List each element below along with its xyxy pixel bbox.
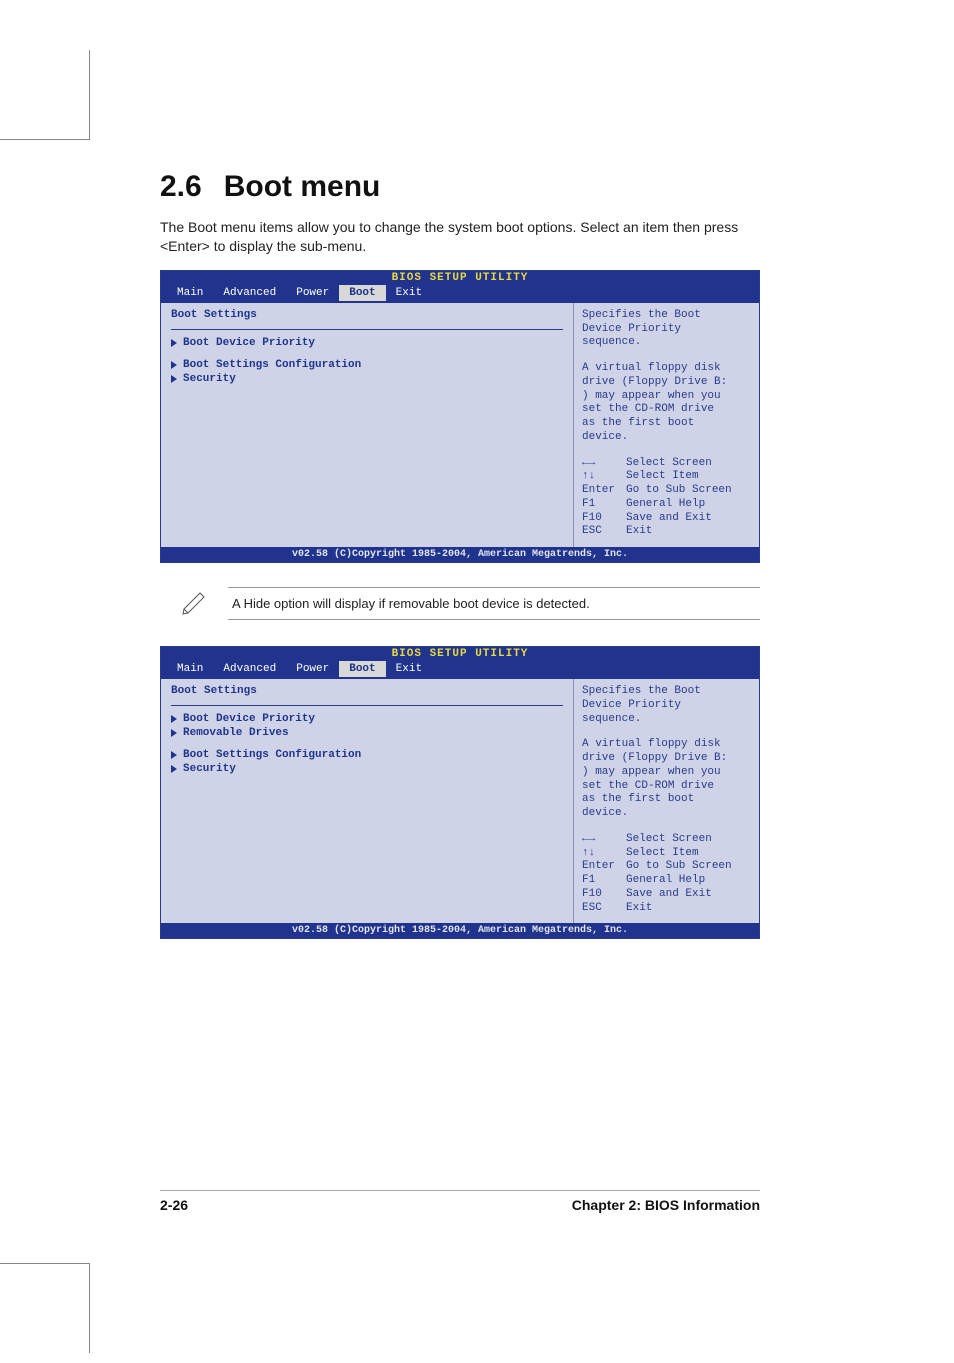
page-content: 2.6 Boot menu The Boot menu items allow y… xyxy=(160,170,760,963)
key-enter: EnterGo to Sub Screen xyxy=(582,484,751,498)
menu-item-label: Boot Settings Configuration xyxy=(183,749,361,761)
tab-advanced[interactable]: Advanced xyxy=(213,661,286,677)
bios-screenshot-2: BIOS SETUP UTILITY Main Advanced Power B… xyxy=(160,646,760,939)
menu-item-security[interactable]: Security xyxy=(171,372,563,386)
bios-tabs: Main Advanced Power Boot Exit xyxy=(161,285,759,303)
tab-boot[interactable]: Boot xyxy=(339,285,385,301)
bios-copyright: v02.58 (C)Copyright 1985-2004, American … xyxy=(161,923,759,938)
bios-divider xyxy=(171,705,563,706)
menu-item-removable-drives[interactable]: Removable Drives xyxy=(171,726,563,740)
submenu-arrow-icon xyxy=(171,765,177,773)
section-title-text: Boot menu xyxy=(224,170,381,203)
submenu-arrow-icon xyxy=(171,361,177,369)
page-footer: 2-26 Chapter 2: BIOS Information xyxy=(160,1190,760,1213)
note-icon xyxy=(180,587,208,615)
bios-divider xyxy=(171,329,563,330)
help-text-2: A virtual floppy disk drive (Floppy Driv… xyxy=(582,362,751,445)
tab-power[interactable]: Power xyxy=(286,661,339,677)
menu-item-label: Security xyxy=(183,763,236,775)
key-f10: F10Save and Exit xyxy=(582,888,751,902)
bios-help-pane: Specifies the Boot Device Priority seque… xyxy=(574,303,759,547)
key-f10: F10Save and Exit xyxy=(582,512,751,526)
note-callout: A Hide option will display if removable … xyxy=(180,587,760,620)
help-text-1: Specifies the Boot Device Priority seque… xyxy=(582,309,751,350)
section-heading: 2.6 Boot menu xyxy=(160,170,760,204)
bios-title: BIOS SETUP UTILITY xyxy=(161,271,759,285)
menu-item-boot-device-priority[interactable]: Boot Device Priority xyxy=(171,336,563,350)
bios-section-heading: Boot Settings xyxy=(171,309,563,323)
bios-title: BIOS SETUP UTILITY xyxy=(161,647,759,661)
crop-mark-bottom-left xyxy=(0,1263,90,1353)
bios-left-pane: Boot Settings Boot Device Priority Boot … xyxy=(161,303,574,547)
tab-exit[interactable]: Exit xyxy=(386,285,432,301)
menu-item-label: Removable Drives xyxy=(183,727,289,739)
tab-power[interactable]: Power xyxy=(286,285,339,301)
key-f1: F1General Help xyxy=(582,874,751,888)
page-number: 2-26 xyxy=(160,1197,188,1213)
menu-item-boot-settings-configuration[interactable]: Boot Settings Configuration xyxy=(171,358,563,372)
tab-advanced[interactable]: Advanced xyxy=(213,285,286,301)
key-esc: ESCExit xyxy=(582,902,751,916)
key-legend: ←→Select Screen ↑↓Select Item EnterGo to… xyxy=(582,457,751,540)
menu-item-label: Boot Device Priority xyxy=(183,337,315,349)
help-text-1: Specifies the Boot Device Priority seque… xyxy=(582,685,751,726)
bios-body: Boot Settings Boot Device Priority Boot … xyxy=(161,303,759,547)
bios-help-pane: Specifies the Boot Device Priority seque… xyxy=(574,679,759,923)
key-esc: ESCExit xyxy=(582,525,751,539)
menu-item-security[interactable]: Security xyxy=(171,762,563,776)
help-text-2: A virtual floppy disk drive (Floppy Driv… xyxy=(582,738,751,821)
submenu-arrow-icon xyxy=(171,729,177,737)
tab-exit[interactable]: Exit xyxy=(386,661,432,677)
key-select-item: ↑↓Select Item xyxy=(582,470,751,484)
key-select-screen: ←→Select Screen xyxy=(582,457,751,471)
note-text: A Hide option will display if removable … xyxy=(228,587,760,620)
bios-section-heading: Boot Settings xyxy=(171,685,563,699)
menu-item-boot-settings-configuration[interactable]: Boot Settings Configuration xyxy=(171,748,563,762)
menu-item-boot-device-priority[interactable]: Boot Device Priority xyxy=(171,712,563,726)
key-enter: EnterGo to Sub Screen xyxy=(582,860,751,874)
bios-tabs: Main Advanced Power Boot Exit xyxy=(161,661,759,679)
submenu-arrow-icon xyxy=(171,375,177,383)
submenu-arrow-icon xyxy=(171,751,177,759)
bios-left-pane: Boot Settings Boot Device Priority Remov… xyxy=(161,679,574,923)
section-number: 2.6 xyxy=(160,170,202,204)
menu-item-label: Security xyxy=(183,373,236,385)
tab-main[interactable]: Main xyxy=(167,285,213,301)
bios-copyright: v02.58 (C)Copyright 1985-2004, American … xyxy=(161,547,759,562)
key-select-screen: ←→Select Screen xyxy=(582,833,751,847)
crop-mark-top-left xyxy=(0,50,90,140)
tab-main[interactable]: Main xyxy=(167,661,213,677)
key-legend: ←→Select Screen ↑↓Select Item EnterGo to… xyxy=(582,833,751,916)
submenu-arrow-icon xyxy=(171,715,177,723)
key-select-item: ↑↓Select Item xyxy=(582,847,751,861)
bios-body: Boot Settings Boot Device Priority Remov… xyxy=(161,679,759,923)
chapter-label: Chapter 2: BIOS Information xyxy=(572,1197,760,1213)
menu-item-label: Boot Settings Configuration xyxy=(183,359,361,371)
menu-item-label: Boot Device Priority xyxy=(183,713,315,725)
submenu-arrow-icon xyxy=(171,339,177,347)
bios-screenshot-1: BIOS SETUP UTILITY Main Advanced Power B… xyxy=(160,270,760,563)
intro-paragraph: The Boot menu items allow you to change … xyxy=(160,218,760,256)
key-f1: F1General Help xyxy=(582,498,751,512)
tab-boot[interactable]: Boot xyxy=(339,661,385,677)
